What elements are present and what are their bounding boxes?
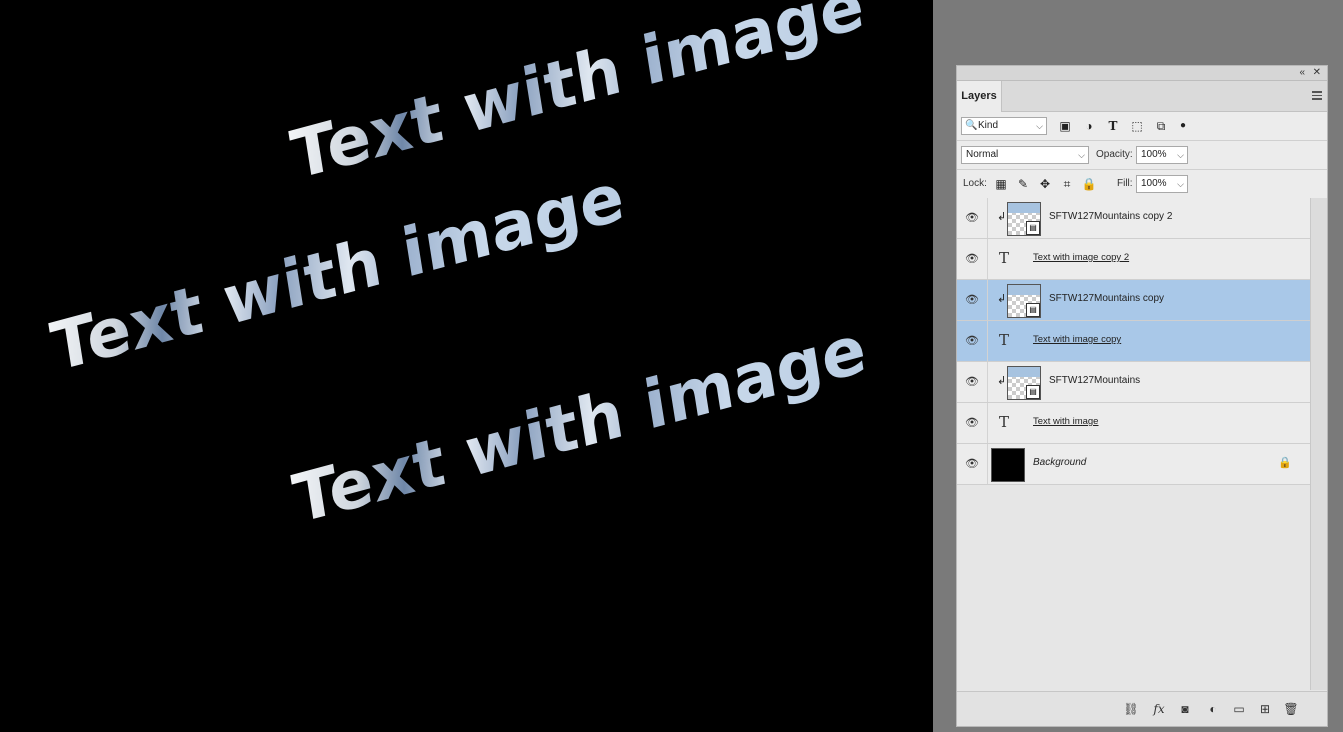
close-icon[interactable]: ✕ [1313,66,1321,80]
panel-menu-icon[interactable] [1312,91,1322,100]
opacity-label: Opacity: [1096,149,1133,160]
layer-row-selected[interactable]: 👁 ↲ ▤ SFTW127Mountains copy [957,280,1312,321]
layer-thumbnail: ▤ [1007,284,1041,318]
clip-arrow-icon: ↲ [997,211,1007,223]
chevron-down-icon: ⌵ [1177,179,1184,189]
lock-icon: 🔒 [1278,457,1292,469]
kind-label: Kind [978,120,999,131]
eye-icon[interactable]: 👁 [965,211,979,225]
eye-icon[interactable]: 👁 [965,334,979,348]
fill-value: 100% [1141,178,1167,189]
layer-name: SFTW127Mountains copy 2 [1049,211,1173,222]
layers-list: 👁 ↲ ▤ SFTW127Mountains copy 2 👁 T Text w… [957,198,1312,690]
layer-name: Text with image [1033,416,1099,427]
eye-icon[interactable]: 👁 [965,252,979,266]
adjustment-filter-icon[interactable]: ◑ [1081,118,1097,134]
layer-row-selected[interactable]: 👁 T Text with image copy [957,321,1312,362]
image-filter-icon[interactable]: ▣ [1057,118,1073,134]
blend-mode-select[interactable]: Normal ⌵ [961,146,1089,164]
layer-name: Text with image copy [1033,334,1122,345]
layers-scrollbar[interactable] [1310,198,1327,690]
new-layer-icon[interactable]: ⊞ [1257,701,1273,717]
layer-name: Background [1033,457,1087,468]
layer-name: Text with image copy 2 [1033,252,1130,263]
panel-bottom-bar: ⛓ fx ◙ ◐ ▭ ⊞ 🗑 [957,691,1327,726]
lock-icon[interactable]: 🔒 [1081,176,1097,192]
eye-icon[interactable]: 👁 [965,416,979,430]
chevron-down-icon: ⌵ [1036,121,1043,131]
warped-text-top: Text with image [286,0,869,195]
lock-label: Lock: [963,178,987,189]
panel-topbar: « ✕ [957,66,1327,81]
collapse-icon[interactable]: « [1299,66,1305,80]
layer-row[interactable]: 👁 T Text with image [957,403,1312,444]
smart-filter-icon[interactable]: ⧉ [1153,118,1169,134]
toggle-icon[interactable]: ● [1175,118,1191,134]
layer-name: SFTW127Mountains [1049,375,1141,386]
folder-icon[interactable]: ▭ [1231,701,1247,717]
layers-panel: « ✕ Layers 🔍 Kind ⌵ ▣ ◑ T ⬚ ⧉ ● Normal ⌵… [956,65,1328,727]
layer-row[interactable]: 👁 ↲ ▤ SFTW127Mountains copy 2 [957,198,1312,239]
adjustment-icon[interactable]: ◐ [1205,701,1221,717]
eye-icon[interactable]: 👁 [965,293,979,307]
type-layer-icon: T [999,249,1010,267]
layer-row[interactable]: 👁 T Text with image copy 2 [957,239,1312,280]
mask-icon[interactable]: ◙ [1177,701,1193,717]
layer-thumbnail: ▤ [1007,366,1041,400]
tab-layers[interactable]: Layers [957,81,1002,112]
lock-pixels-icon[interactable]: ▦ [993,176,1009,192]
trash-icon[interactable]: 🗑 [1283,701,1299,717]
filter-row: 🔍 Kind ⌵ ▣ ◑ T ⬚ ⧉ ● [957,112,1327,141]
layer-row[interactable]: 👁 Background 🔒 [957,444,1312,485]
fill-field[interactable]: 100% ⌵ [1136,175,1188,193]
blend-row: Normal ⌵ Opacity: 100% ⌵ [957,141,1327,170]
background-thumbnail [991,448,1025,482]
chevron-down-icon: ⌵ [1078,150,1085,160]
eye-icon[interactable]: 👁 [965,375,979,389]
type-layer-icon: T [999,413,1010,431]
layer-row[interactable]: 👁 ↲ ▤ SFTW127Mountains [957,362,1312,403]
shape-filter-icon[interactable]: ⬚ [1129,118,1145,134]
clip-arrow-icon: ↲ [997,293,1007,305]
smart-object-icon: ▤ [1026,221,1040,235]
type-filter-icon[interactable]: T [1105,118,1121,134]
blend-mode-value: Normal [966,149,999,160]
clip-arrow-icon: ↲ [997,375,1007,387]
lock-row: Lock: ▦ ✎ ✥ ⌗ 🔒 Fill: 100% ⌵ [957,170,1327,199]
search-icon: 🔍 [965,120,978,131]
fx-icon[interactable]: fx [1151,701,1167,717]
fill-label: Fill: [1117,178,1133,189]
type-layer-icon: T [999,331,1010,349]
eye-icon[interactable]: 👁 [965,457,979,471]
smart-object-icon: ▤ [1026,303,1040,317]
layer-thumbnail: ▤ [1007,202,1041,236]
document-canvas[interactable]: Text with image Text with image Text wit… [0,0,933,732]
tab-row: Layers [957,81,1327,112]
smart-object-icon: ▤ [1026,385,1040,399]
link-icon[interactable]: ⛓ [1123,701,1139,717]
kind-filter-select[interactable]: 🔍 Kind ⌵ [961,117,1047,135]
brush-icon[interactable]: ✎ [1015,176,1031,192]
artboard-icon[interactable]: ⌗ [1059,176,1075,192]
warped-text-bottom: Text with image [287,309,872,539]
layer-name: SFTW127Mountains copy [1049,293,1165,304]
opacity-value: 100% [1141,149,1167,160]
opacity-field[interactable]: 100% ⌵ [1136,146,1188,164]
chevron-down-icon: ⌵ [1177,150,1184,160]
warped-text-middle: Text with image [45,157,630,387]
move-icon[interactable]: ✥ [1037,176,1053,192]
